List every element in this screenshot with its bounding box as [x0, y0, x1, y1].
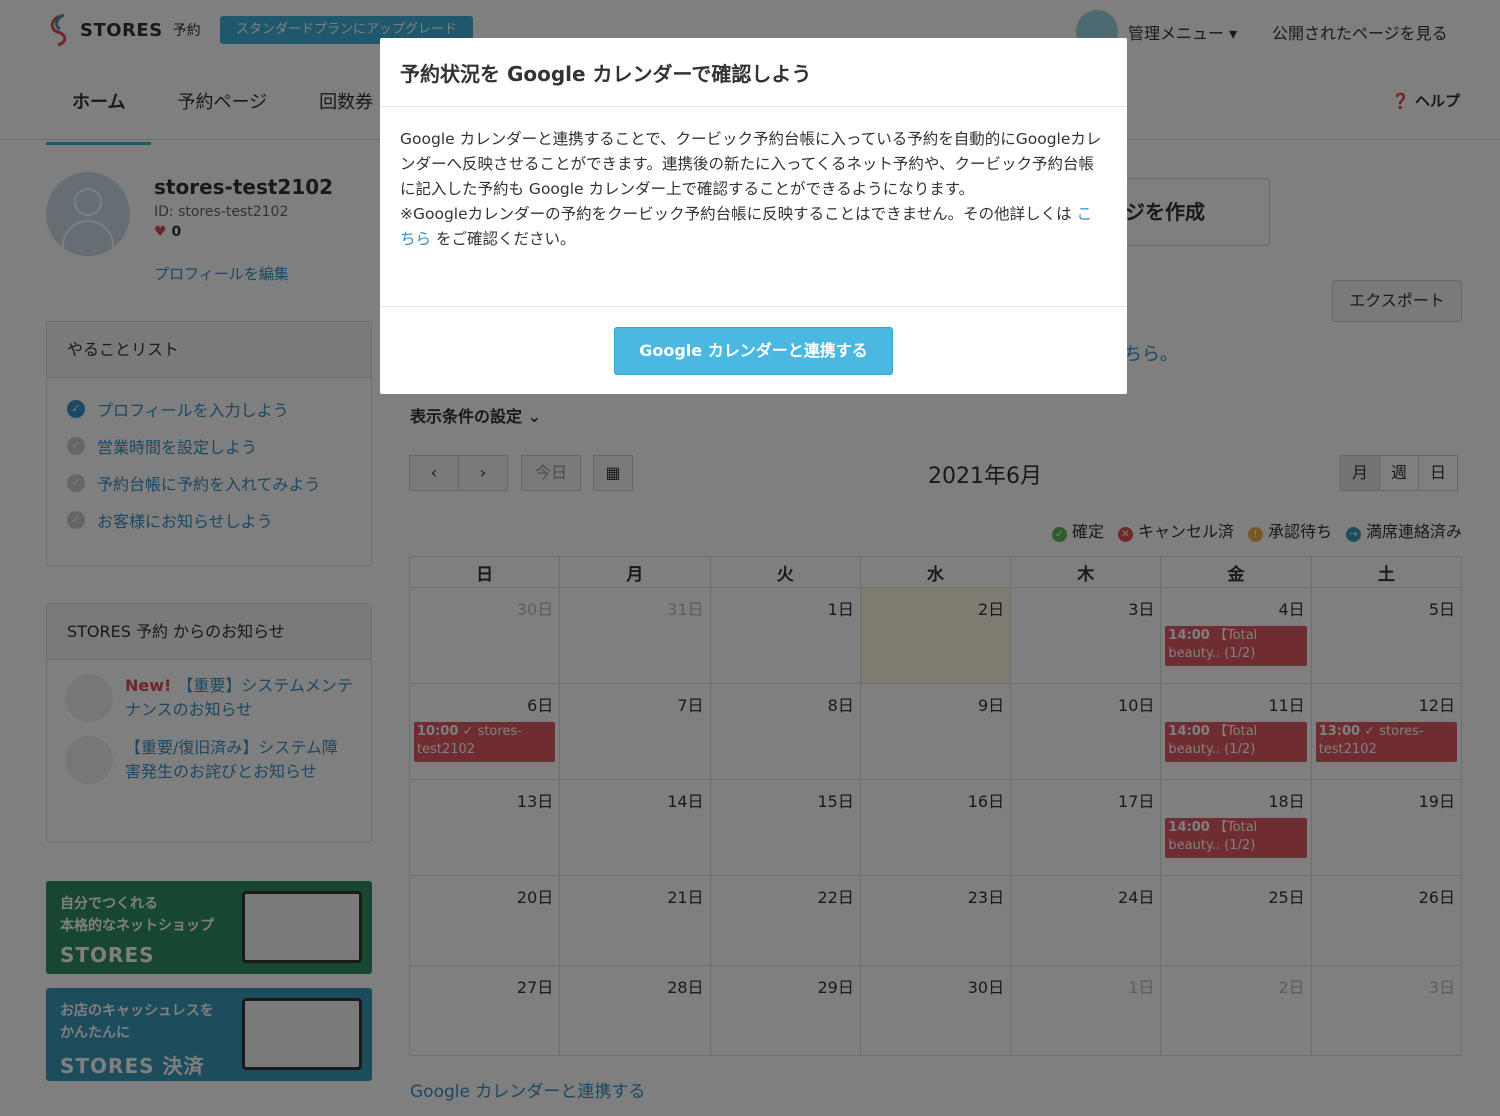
modal-note-text: ※Googleカレンダーの予約をクービック予約台帳に反映することはできません。そ…: [400, 205, 1077, 223]
modal-note-tail: をご確認ください。: [431, 230, 576, 248]
modal-title: 予約状況を Google カレンダーで確認しよう: [380, 38, 1127, 107]
google-calendar-modal: 予約状況を Google カレンダーで確認しよう Google カレンダーと連携…: [380, 38, 1127, 394]
modal-body: Google カレンダーと連携することで、クービック予約台帳に入っている予約を自…: [380, 107, 1127, 307]
connect-google-calendar-button[interactable]: Google カレンダーと連携する: [614, 327, 893, 375]
modal-text: Google カレンダーと連携することで、クービック予約台帳に入っている予約を自…: [400, 130, 1102, 198]
modal-note: ※Googleカレンダーの予約をクービック予約台帳に反映することはできません。そ…: [400, 202, 1107, 252]
